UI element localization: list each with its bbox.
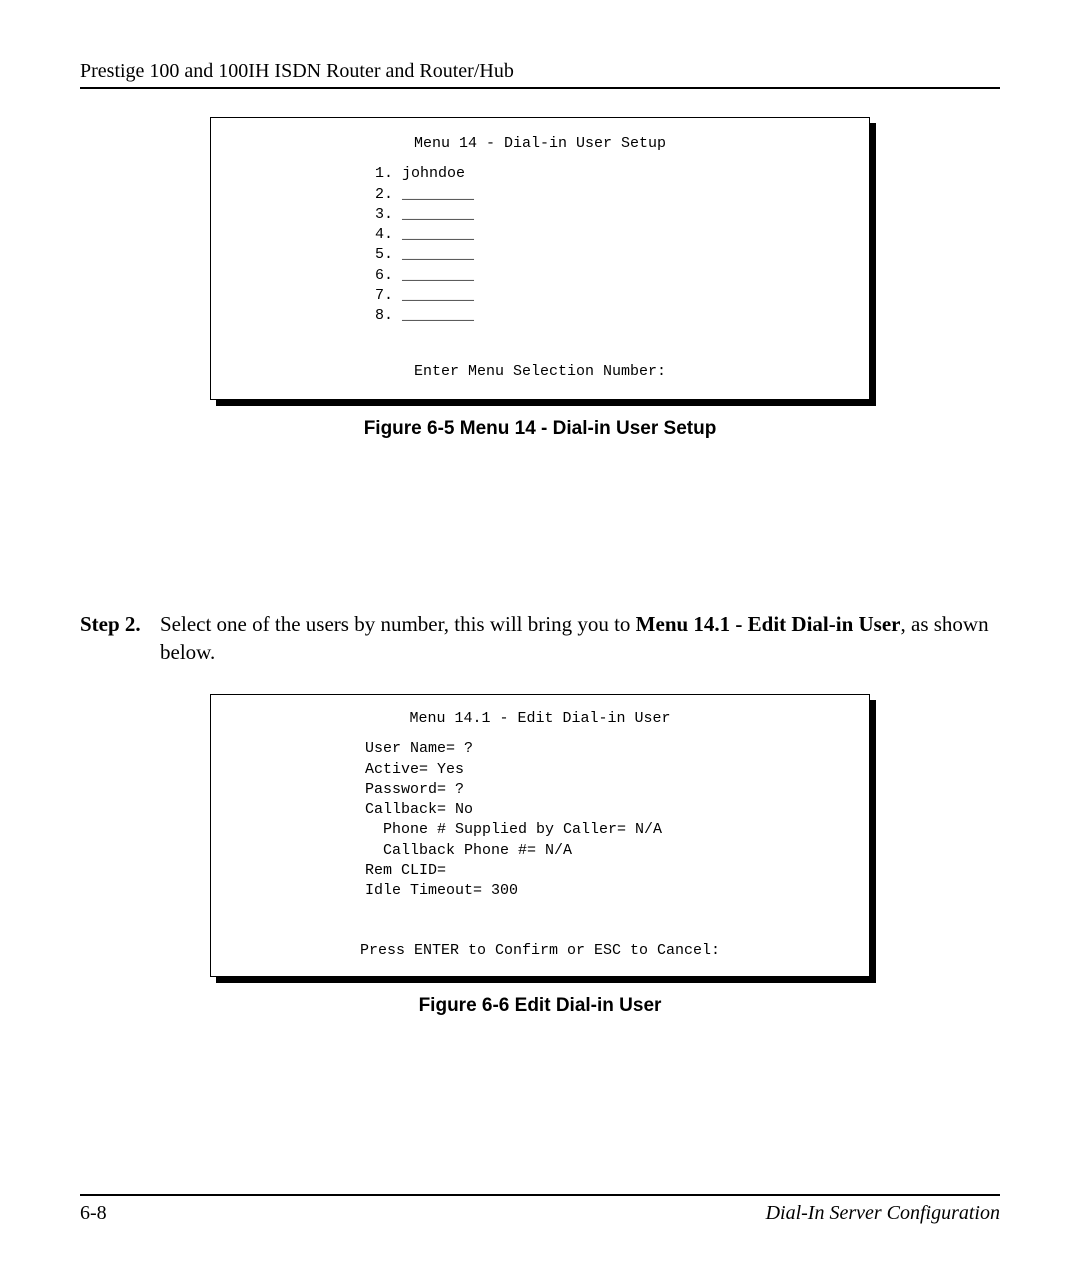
menu14-title: Menu 14 - Dial-in User Setup (235, 134, 845, 154)
step-label: Step 2. (80, 610, 160, 667)
menu14-user-list: 1. johndoe 2. ________ 3. ________ 4. __… (375, 164, 845, 326)
figure-6-6-caption: Figure 6-6 Edit Dial-in User (80, 995, 1000, 1017)
menu14-1-title: Menu 14.1 - Edit Dial-in User (235, 709, 845, 729)
step-text: Select one of the users by number, this … (160, 612, 636, 636)
terminal-screen: Menu 14 - Dial-in User Setup 1. johndoe … (210, 117, 870, 400)
figure-6-5-caption: Figure 6-5 Menu 14 - Dial-in User Setup (80, 418, 1000, 440)
page-number: 6-8 (80, 1202, 107, 1225)
footer-section-title: Dial-In Server Configuration (766, 1202, 1000, 1225)
menu14-1-box: Menu 14.1 - Edit Dial-in User User Name=… (210, 694, 870, 977)
page-footer: 6-8 Dial-In Server Configuration (80, 1194, 1000, 1225)
list-item: 1. johndoe (375, 164, 845, 184)
document-page: Prestige 100 and 100IH ISDN Router and R… (0, 0, 1080, 1281)
step-body: Select one of the users by number, this … (160, 610, 1000, 667)
step-bold: Menu 14.1 - Edit Dial-in User (636, 612, 901, 636)
list-item: 2. ________ (375, 185, 845, 205)
menu14-1-press-line: Press ENTER to Confirm or ESC to Cancel: (235, 941, 845, 961)
list-item: 7. ________ (375, 286, 845, 306)
menu14-prompt: Enter Menu Selection Number: (235, 362, 845, 382)
terminal-screen: Menu 14.1 - Edit Dial-in User User Name=… (210, 694, 870, 977)
list-item: 4. ________ (375, 225, 845, 245)
list-item: 8. ________ (375, 306, 845, 326)
menu14-1-fields: User Name= ? Active= Yes Password= ? Cal… (365, 739, 845, 901)
menu14-box: Menu 14 - Dial-in User Setup 1. johndoe … (210, 117, 870, 400)
list-item: 3. ________ (375, 205, 845, 225)
running-header: Prestige 100 and 100IH ISDN Router and R… (80, 60, 1000, 89)
list-item: 5. ________ (375, 245, 845, 265)
step-2: Step 2. Select one of the users by numbe… (80, 610, 1000, 667)
list-item: 6. ________ (375, 266, 845, 286)
